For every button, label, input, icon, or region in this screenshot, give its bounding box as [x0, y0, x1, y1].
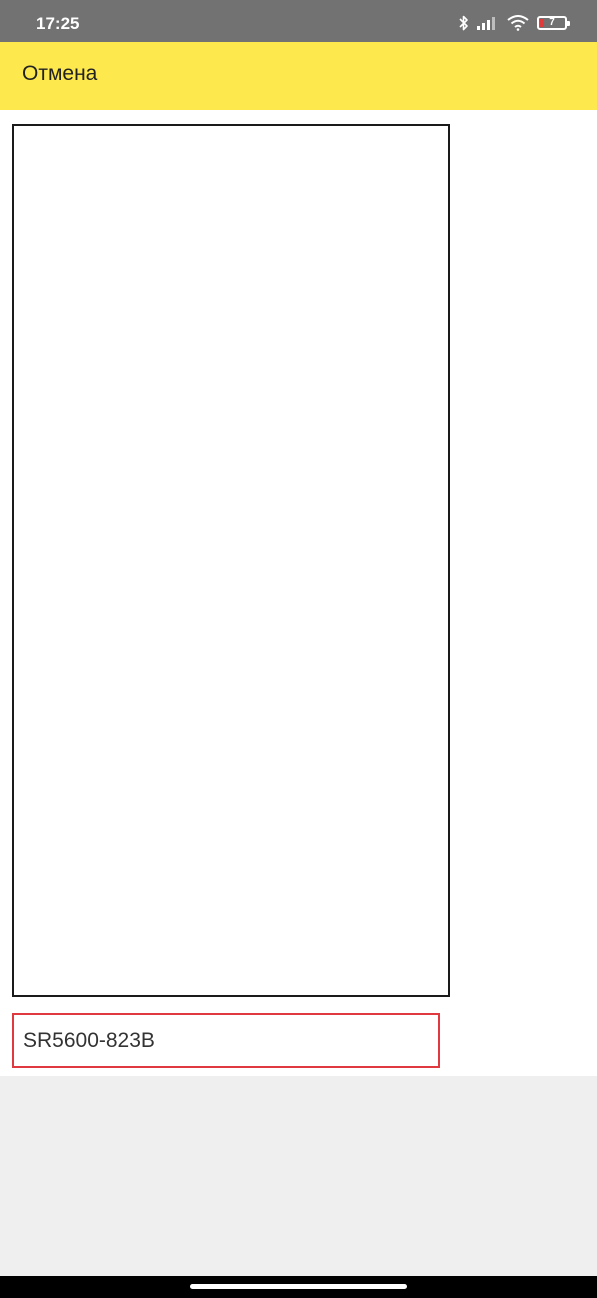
signal-icon	[477, 16, 499, 30]
navigation-bar	[0, 1276, 597, 1298]
cancel-button[interactable]: Отмена	[22, 62, 97, 86]
barcode-image-frame	[12, 124, 450, 997]
wifi-icon	[507, 15, 529, 31]
code-value-field[interactable]: SR5600-823B	[12, 1013, 440, 1068]
battery-level: 7	[549, 17, 555, 28]
screen: 17:25 7 Отмена SR5600-823B	[0, 0, 597, 1298]
content-area: SR5600-823B	[0, 110, 597, 1076]
status-time: 17:25	[36, 14, 80, 33]
toolbar: Отмена	[0, 42, 597, 110]
bottom-empty-area	[0, 1076, 597, 1276]
bluetooth-icon	[459, 15, 469, 31]
status-bar: 17:25 7	[0, 0, 597, 42]
home-indicator[interactable]	[190, 1284, 407, 1289]
status-icons: 7	[459, 14, 570, 32]
battery-icon: 7	[537, 16, 570, 30]
